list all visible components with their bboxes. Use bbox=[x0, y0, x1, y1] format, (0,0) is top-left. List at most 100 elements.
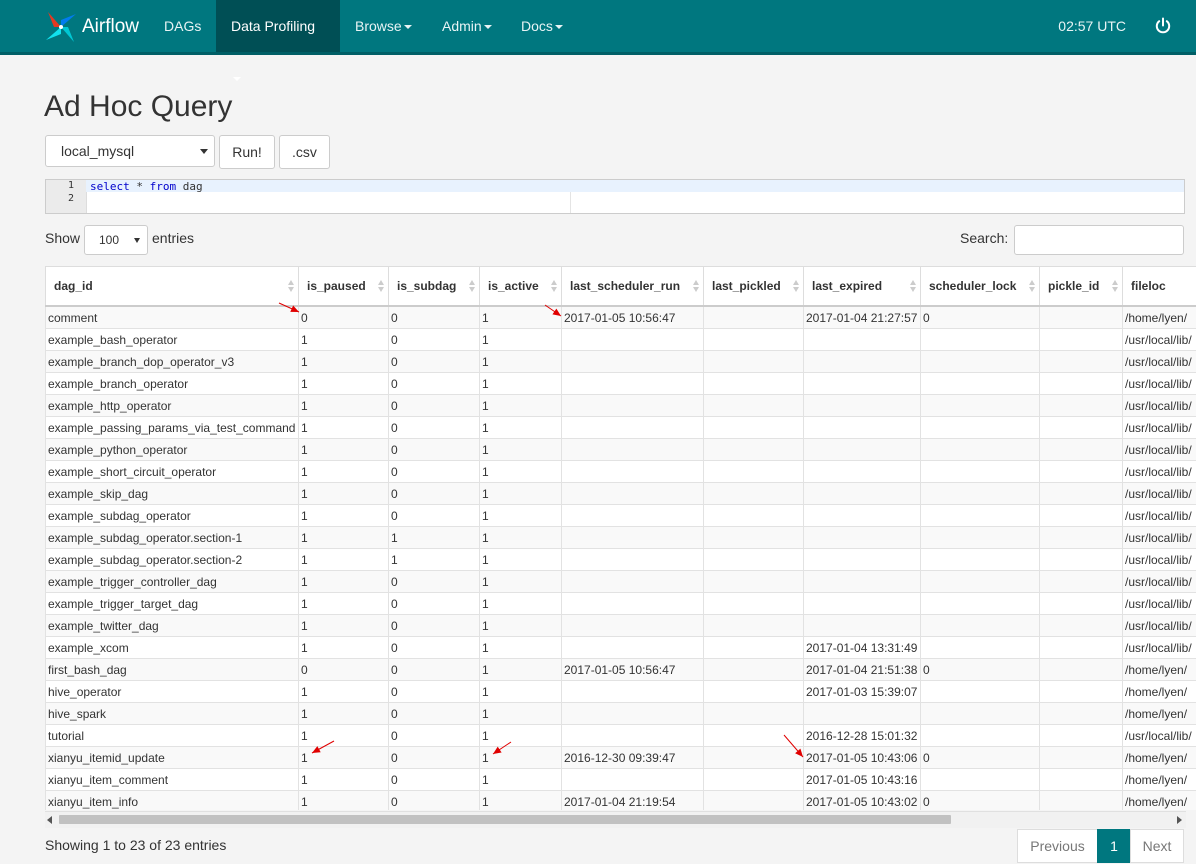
cell-last-pickled bbox=[703, 372, 804, 395]
sort-icon bbox=[1029, 280, 1035, 292]
cell-is-active: 1 bbox=[479, 372, 562, 395]
cell-last-scheduler-run bbox=[561, 570, 704, 593]
table-row: example_twitter_dag 1 0 1/usr/local/lib/ bbox=[45, 614, 1196, 637]
cell-is-active: 1 bbox=[479, 504, 562, 527]
column-header-pickle-id[interactable]: pickle_id bbox=[1039, 266, 1123, 307]
cell-last-scheduler-run bbox=[561, 636, 704, 659]
table-row: hive_operator 1 0 1 2017-01-03 15:39:07/home… bbox=[45, 680, 1196, 703]
cell-fileloc: /usr/local/lib/ bbox=[1122, 592, 1196, 615]
column-header-last-scheduler-run[interactable]: last_scheduler_run bbox=[561, 266, 704, 307]
entries-select[interactable]: 100 bbox=[84, 225, 148, 255]
cell-dag-id: example_subdag_operator bbox=[45, 504, 299, 527]
column-header-label: fileloc bbox=[1131, 279, 1166, 293]
cell-is-active: 1 bbox=[479, 394, 562, 417]
horizontal-scrollbar[interactable] bbox=[45, 811, 1186, 828]
cell-is-paused: 1 bbox=[298, 460, 389, 483]
sql-editor[interactable]: 1 2 select * from dag bbox=[45, 179, 1185, 214]
power-icon[interactable] bbox=[1154, 17, 1172, 35]
nav-browse[interactable]: Browse bbox=[340, 0, 427, 52]
csv-button[interactable]: .csv bbox=[279, 135, 330, 169]
nav-dags[interactable]: DAGs bbox=[149, 0, 216, 52]
table-row: example_trigger_controller_dag 1 0 1/usr/lo… bbox=[45, 570, 1196, 593]
cell-scheduler-lock bbox=[920, 438, 1040, 461]
cell-last-pickled bbox=[703, 702, 804, 725]
column-header-dag-id[interactable]: dag_id bbox=[45, 266, 299, 307]
cell-is-active: 1 bbox=[479, 790, 562, 810]
cell-is-paused: 1 bbox=[298, 416, 389, 439]
cell-is-paused: 1 bbox=[298, 724, 389, 747]
nav-docs[interactable]: Docs bbox=[506, 0, 578, 52]
cell-pickle-id bbox=[1039, 504, 1123, 527]
cell-dag-id: example_trigger_target_dag bbox=[45, 592, 299, 615]
cell-pickle-id bbox=[1039, 680, 1123, 703]
cell-is-active: 1 bbox=[479, 768, 562, 791]
cell-pickle-id bbox=[1039, 658, 1123, 681]
column-header-label: last_expired bbox=[812, 279, 883, 293]
column-header-last-pickled[interactable]: last_pickled bbox=[703, 266, 804, 307]
column-header-scheduler-lock[interactable]: scheduler_lock bbox=[920, 266, 1040, 307]
sort-icon bbox=[378, 280, 384, 292]
cell-last-scheduler-run: 2017-01-04 21:19:54 bbox=[561, 790, 704, 810]
cell-is-paused: 1 bbox=[298, 702, 389, 725]
previous-button[interactable]: Previous bbox=[1017, 829, 1098, 863]
column-header-label: is_paused bbox=[307, 279, 366, 293]
table-row: tutorial 1 0 1 2016-12-28 15:01:32/usr/local… bbox=[45, 724, 1196, 747]
scroll-left-icon[interactable] bbox=[47, 816, 52, 824]
cell-last-scheduler-run: 2017-01-05 10:56:47 bbox=[561, 305, 704, 329]
cell-last-scheduler-run: 2016-12-30 09:39:47 bbox=[561, 746, 704, 769]
cell-last-expired bbox=[803, 504, 921, 527]
connection-select[interactable]: local_mysql bbox=[45, 135, 215, 167]
table-row: example_passing_params_via_test_command 1… bbox=[45, 416, 1196, 439]
scroll-right-icon[interactable] bbox=[1177, 816, 1182, 824]
cell-is-subdag: 0 bbox=[388, 372, 480, 395]
nav-admin-label: Admin bbox=[442, 18, 482, 34]
brand-name: Airflow bbox=[82, 16, 140, 37]
column-header-label: scheduler_lock bbox=[929, 279, 1017, 293]
column-header-is-subdag[interactable]: is_subdag bbox=[388, 266, 480, 307]
cell-is-subdag: 0 bbox=[388, 658, 480, 681]
cell-is-active: 1 bbox=[479, 614, 562, 637]
column-header-is-active[interactable]: is_active bbox=[479, 266, 562, 307]
cell-is-paused: 1 bbox=[298, 570, 389, 593]
run-button[interactable]: Run! bbox=[219, 135, 275, 169]
brand[interactable]: Airflow bbox=[44, 10, 139, 44]
nav-dags-label: DAGs bbox=[164, 18, 202, 34]
cell-last-scheduler-run bbox=[561, 438, 704, 461]
cell-dag-id: example_branch_dop_operator_v3 bbox=[45, 350, 299, 373]
cell-last-expired bbox=[803, 482, 921, 505]
cell-last-pickled bbox=[703, 438, 804, 461]
cell-last-pickled bbox=[703, 746, 804, 769]
column-header-label: last_pickled bbox=[712, 279, 781, 293]
nav-data-profiling[interactable]: Data Profiling bbox=[216, 0, 340, 82]
scrollbar-thumb[interactable] bbox=[59, 815, 951, 824]
cell-fileloc: /usr/local/lib/ bbox=[1122, 636, 1196, 659]
table-row: example_branch_dop_operator_v3 1 0 1/usr/lo… bbox=[45, 350, 1196, 373]
page-1-button[interactable]: 1 bbox=[1097, 829, 1131, 863]
cell-fileloc: /usr/local/lib/ bbox=[1122, 614, 1196, 637]
cell-is-subdag: 0 bbox=[388, 636, 480, 659]
cell-pickle-id bbox=[1039, 438, 1123, 461]
column-header-last-expired[interactable]: last_expired bbox=[803, 266, 921, 307]
cell-is-subdag: 0 bbox=[388, 768, 480, 791]
column-header-is-paused[interactable]: is_paused bbox=[298, 266, 389, 307]
query-text[interactable]: select * from dag bbox=[90, 180, 203, 193]
search-input[interactable] bbox=[1014, 225, 1184, 255]
table-row: example_branch_operator 1 0 1/usr/local/lib… bbox=[45, 372, 1196, 395]
cell-scheduler-lock: 0 bbox=[920, 305, 1040, 329]
cell-is-active: 1 bbox=[479, 305, 562, 329]
nav-admin[interactable]: Admin bbox=[427, 0, 507, 52]
cell-pickle-id bbox=[1039, 790, 1123, 810]
cell-is-active: 1 bbox=[479, 658, 562, 681]
cell-scheduler-lock bbox=[920, 702, 1040, 725]
table-row: xianyu_item_info 1 0 1 2017-01-04 21:19:54 20… bbox=[45, 790, 1196, 810]
cell-last-scheduler-run bbox=[561, 614, 704, 637]
cell-is-active: 1 bbox=[479, 460, 562, 483]
print-margin bbox=[570, 192, 571, 213]
page-title: Ad Hoc Query bbox=[44, 90, 233, 123]
cell-fileloc: /usr/local/lib/ bbox=[1122, 526, 1196, 549]
column-header-fileloc[interactable]: fileloc bbox=[1122, 266, 1196, 307]
next-button[interactable]: Next bbox=[1130, 829, 1184, 863]
cell-scheduler-lock bbox=[920, 328, 1040, 351]
cell-is-paused: 1 bbox=[298, 438, 389, 461]
cell-last-scheduler-run: 2017-01-05 10:56:47 bbox=[561, 658, 704, 681]
